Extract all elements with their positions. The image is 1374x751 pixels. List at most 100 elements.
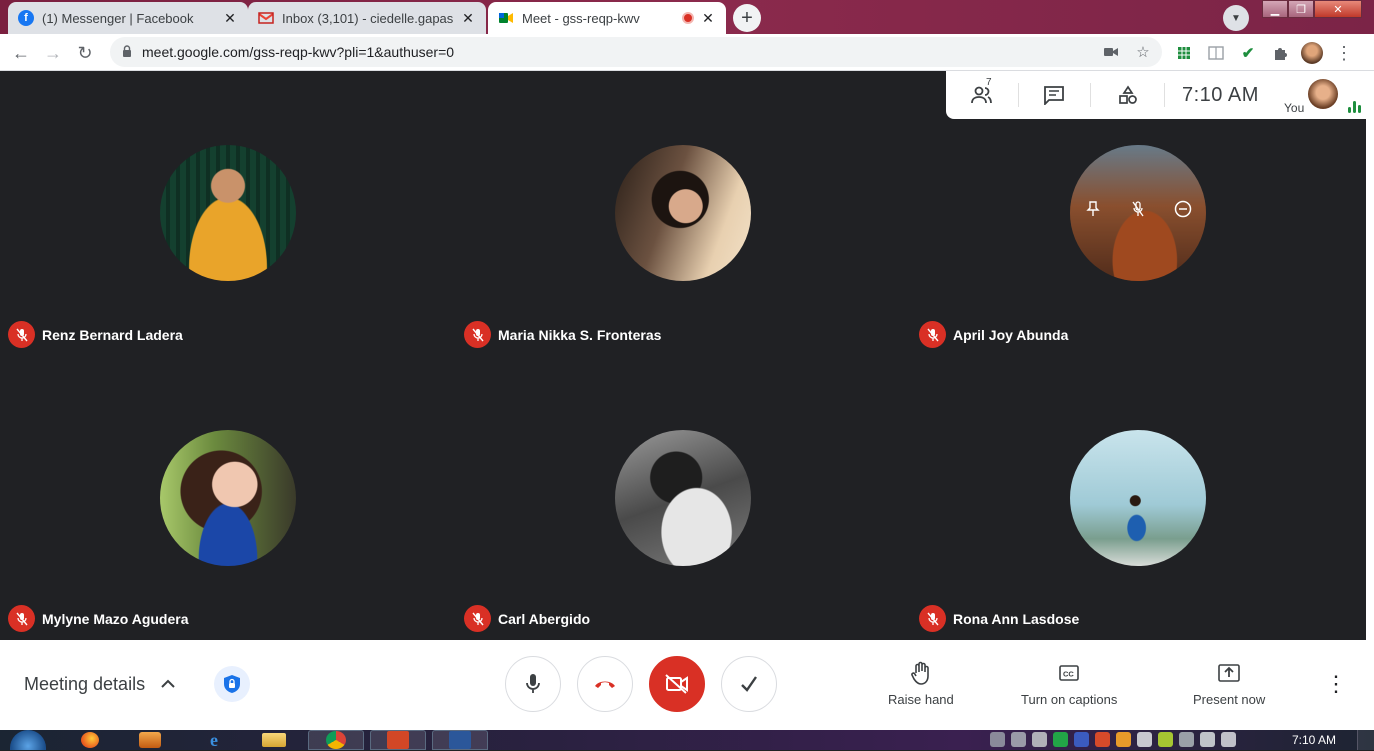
- chrome-taskbar-icon[interactable]: [308, 730, 364, 750]
- participant-avatar: [615, 145, 751, 281]
- internet-explorer-taskbar-icon[interactable]: e: [196, 730, 232, 750]
- facebook-icon: f: [18, 10, 34, 26]
- recording-icon: [682, 12, 694, 24]
- more-options-icon[interactable]: ⋮: [1325, 671, 1347, 696]
- raise-hand-button[interactable]: Raise hand: [888, 660, 954, 707]
- antivirus-icon[interactable]: [1053, 732, 1068, 747]
- video-off-icon: [665, 674, 688, 694]
- forward-arrow-icon[interactable]: →: [40, 40, 66, 66]
- tab-messenger[interactable]: f (1) Messenger | Facebook ✕: [8, 2, 248, 34]
- captions-button[interactable]: CC Turn on captions: [1021, 660, 1117, 707]
- tab-search-icon[interactable]: ▼: [1223, 5, 1249, 31]
- check-extension-icon[interactable]: ✔: [1237, 42, 1259, 64]
- camera-icon[interactable]: [1102, 43, 1120, 61]
- mic-off-icon: [464, 321, 491, 348]
- self-video-thumbnail[interactable]: [1308, 79, 1338, 109]
- show-desktop-button[interactable]: [1357, 730, 1374, 750]
- participant-name-tag: Maria Nikka S. Fronteras: [464, 321, 661, 348]
- window-edge: [1366, 71, 1374, 730]
- word-taskbar-icon[interactable]: [432, 730, 488, 750]
- taskbar-clock[interactable]: 7:10 AM: [1292, 733, 1336, 747]
- flag-icon[interactable]: [1074, 732, 1089, 747]
- reader-extension-icon[interactable]: [1205, 42, 1227, 64]
- chat-button[interactable]: [1040, 81, 1068, 109]
- firefox-taskbar-icon[interactable]: [72, 730, 108, 750]
- printer-icon[interactable]: [1032, 732, 1047, 747]
- keyboard-icon[interactable]: [1179, 732, 1194, 747]
- close-tab-icon[interactable]: ✕: [460, 10, 476, 27]
- participant-name-tag: Carl Abergido: [464, 605, 590, 632]
- close-window-button[interactable]: ✕: [1314, 0, 1362, 18]
- participant-tile[interactable]: Mylyne Mazo Agudera: [0, 355, 455, 639]
- security-icon[interactable]: [1095, 732, 1110, 747]
- media-player-taskbar-icon[interactable]: [132, 730, 168, 750]
- meeting-controls-bar: Meeting details Raise hand CC Turn on ca…: [0, 640, 1366, 730]
- participant-avatar: [160, 430, 296, 566]
- tile-hover-actions: [1070, 199, 1206, 219]
- shapes-icon: [1119, 85, 1137, 104]
- battery-icon[interactable]: [1200, 732, 1215, 747]
- hand-icon: [908, 660, 934, 686]
- hang-up-icon: [595, 681, 615, 688]
- file-explorer-taskbar-icon[interactable]: [256, 730, 292, 750]
- reload-icon[interactable]: ↻: [72, 40, 98, 66]
- tab-meet[interactable]: Meet - gss-reqp-kwv ✕: [488, 2, 726, 34]
- mic-off-icon: [919, 321, 946, 348]
- app-tray-icon[interactable]: [1116, 732, 1131, 747]
- microphone-button[interactable]: [505, 656, 561, 712]
- remove-participant-icon[interactable]: [1173, 199, 1193, 219]
- browser-menu-icon[interactable]: ⋮: [1335, 42, 1353, 64]
- meeting-top-panel: 7 7:10 AM You: [946, 71, 1366, 119]
- mute-participant-icon[interactable]: [1128, 199, 1148, 219]
- activities-button[interactable]: [1114, 81, 1142, 109]
- back-arrow-icon[interactable]: ←: [8, 40, 34, 66]
- restore-window-button[interactable]: ❐: [1288, 0, 1314, 18]
- leave-call-button[interactable]: [577, 656, 633, 712]
- host-controls-button[interactable]: [214, 666, 250, 702]
- people-button[interactable]: 7: [968, 77, 996, 109]
- participant-name-tag: April Joy Abunda: [919, 321, 1068, 348]
- participant-tile[interactable]: Carl Abergido: [456, 355, 911, 639]
- camera-off-button[interactable]: [649, 656, 705, 712]
- start-button[interactable]: [10, 730, 46, 750]
- participant-tile[interactable]: Renz Bernard Ladera: [0, 71, 455, 355]
- svg-text:CC: CC: [1063, 670, 1074, 679]
- divider: [1164, 83, 1165, 107]
- close-tab-icon[interactable]: ✕: [222, 10, 238, 27]
- powerpoint-taskbar-icon[interactable]: [370, 730, 426, 750]
- chevron-up-icon[interactable]: [158, 674, 178, 694]
- tab-gmail[interactable]: Inbox (3,101) - ciedelle.gapasin@ ✕: [248, 2, 486, 34]
- participant-tile[interactable]: Maria Nikka S. Fronteras: [456, 71, 911, 355]
- usb-icon[interactable]: [1011, 732, 1026, 747]
- update-icon[interactable]: [1158, 732, 1173, 747]
- new-tab-button[interactable]: +: [733, 4, 761, 32]
- pin-icon[interactable]: [1083, 199, 1103, 219]
- signal-icon[interactable]: [1221, 732, 1236, 747]
- chat-icon: [1044, 86, 1064, 105]
- participant-name-tag: Mylyne Mazo Agudera: [8, 605, 189, 632]
- bookmark-star-icon[interactable]: ☆: [1134, 43, 1152, 61]
- os-taskbar: e 7:10 AM: [0, 730, 1374, 750]
- participant-avatar: [1070, 430, 1206, 566]
- mic-off-icon: [8, 605, 35, 632]
- lock-icon[interactable]: [122, 45, 132, 57]
- volume-icon[interactable]: [1137, 732, 1152, 747]
- network-icon[interactable]: [990, 732, 1005, 747]
- meet-icon: [498, 10, 514, 26]
- close-tab-icon[interactable]: ✕: [700, 10, 716, 27]
- audio-level-icon: [1348, 101, 1362, 113]
- sheets-extension-icon[interactable]: [1173, 42, 1195, 64]
- participant-avatar: [160, 145, 296, 281]
- minimize-window-button[interactable]: ▁: [1262, 0, 1288, 18]
- gmail-icon: [258, 10, 274, 26]
- extensions-puzzle-icon[interactable]: [1269, 42, 1291, 64]
- participant-tile[interactable]: Rona Ann Lasdose: [911, 355, 1366, 639]
- microphone-icon: [526, 674, 540, 693]
- address-bar[interactable]: meet.google.com/gss-reqp-kwv?pli=1&authu…: [110, 37, 1162, 67]
- profile-avatar[interactable]: [1301, 42, 1323, 64]
- present-screen-icon: [1216, 660, 1242, 686]
- meeting-details-button[interactable]: Meeting details: [24, 674, 145, 695]
- present-now-button[interactable]: Present now: [1193, 660, 1265, 707]
- attendance-check-button[interactable]: [721, 656, 777, 712]
- divider: [1090, 83, 1091, 107]
